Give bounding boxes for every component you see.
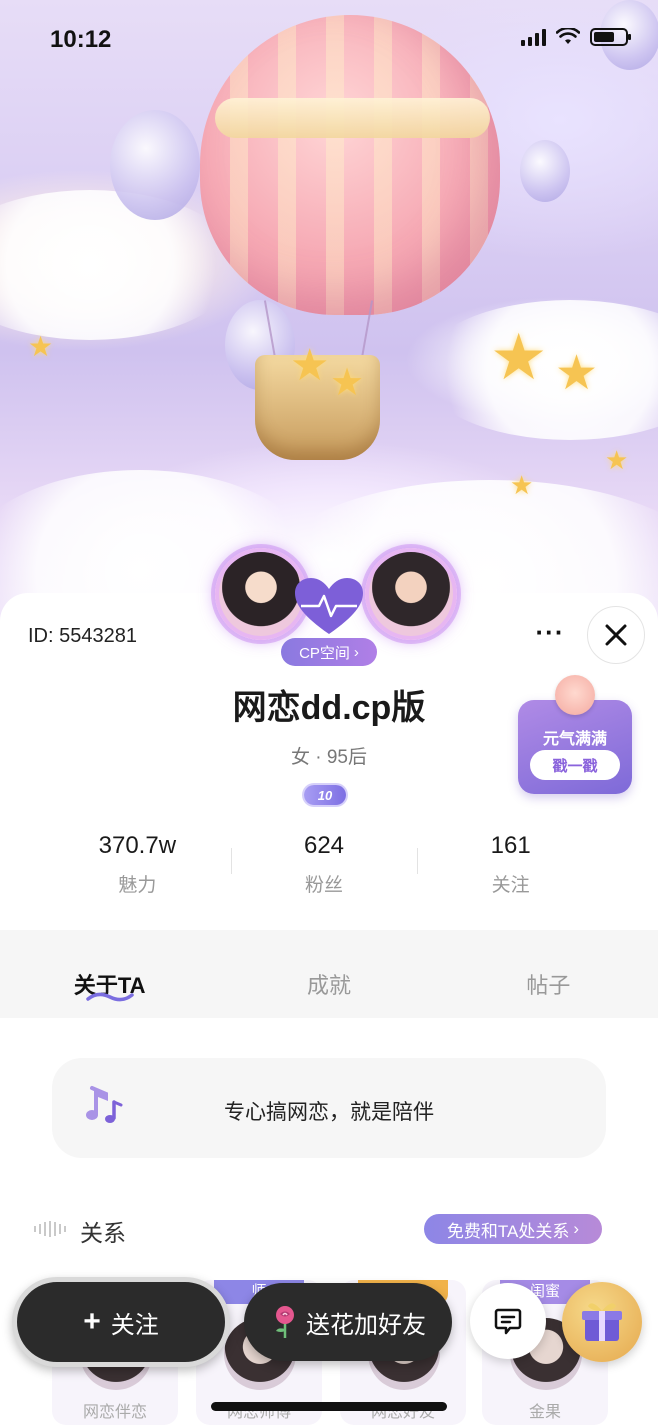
mascot-icon (555, 675, 595, 715)
stat-label: 关注 (491, 875, 530, 896)
cp-space-button[interactable]: CP空间 › (281, 638, 377, 666)
gift-button[interactable] (562, 1282, 642, 1362)
home-indicator (211, 1402, 447, 1411)
cp-avatar-right[interactable] (365, 548, 457, 640)
follow-label: 关注 (110, 1311, 159, 1339)
send-flower-label: 送花加好友 (306, 1311, 426, 1339)
signature-box[interactable]: 专心搞网恋，就是陪伴 (52, 1058, 606, 1158)
relation-name: 金果 (528, 1404, 561, 1421)
message-button[interactable] (470, 1283, 546, 1359)
follow-button[interactable]: + 关注 (12, 1277, 230, 1367)
gift-icon (582, 1303, 622, 1341)
more-button[interactable]: ··· (530, 619, 570, 650)
stat-fans[interactable]: 624 粉丝 (230, 830, 418, 900)
relations-title: 关系 (80, 1220, 126, 1246)
tab-label: 成就 (306, 973, 351, 998)
sound-bars-icon (34, 1220, 66, 1238)
free-relation-label: 免费和TA处关系 (446, 1221, 570, 1241)
cellular-signal-icon (521, 28, 546, 46)
stat-charm[interactable]: 370.7w 魅力 (44, 830, 231, 900)
close-icon (605, 624, 627, 646)
status-time: 10:12 (50, 26, 112, 53)
message-icon (494, 1308, 522, 1335)
chevron-right-icon: › (573, 1219, 580, 1238)
energy-title: 元气满满 (542, 731, 607, 748)
relations-header: 关系 免费和TA处关系 › (34, 1210, 604, 1250)
stat-value: 624 (303, 832, 345, 859)
profile-background: ★ ★ ★ ★ ★ ★ ★ (0, 0, 658, 640)
hot-air-balloon (200, 15, 500, 315)
stat-value: 161 (490, 832, 531, 859)
wifi-icon (556, 28, 580, 44)
tab-active-indicator (85, 992, 134, 1002)
poke-button[interactable]: 戳一戳 (530, 750, 620, 780)
heart-icon (295, 578, 363, 634)
battery-icon (590, 28, 631, 46)
stat-following[interactable]: 161 关注 (417, 830, 604, 900)
signature-text: 专心搞网恋，就是陪伴 (224, 1101, 434, 1124)
plus-icon: + (83, 1305, 101, 1338)
free-relation-button[interactable]: 免费和TA处关系 › (424, 1214, 602, 1244)
relation-name: 网恋伴恋 (82, 1404, 147, 1421)
stat-label: 粉丝 (305, 875, 344, 896)
status-icons (521, 28, 631, 46)
stat-value: 370.7w (98, 832, 177, 859)
user-id: ID: 5543281 (28, 625, 137, 647)
close-button[interactable] (587, 606, 645, 664)
stat-label: 魅力 (118, 875, 157, 896)
profile-tabs: 关于TA 成就 帖子 (0, 930, 658, 1018)
cp-space-label: CP空间 (299, 644, 350, 662)
tab-about[interactable]: 关于TA (0, 930, 219, 1018)
send-flower-button[interactable]: 送花加好友 (244, 1283, 452, 1361)
tab-achievements[interactable]: 成就 (219, 930, 438, 1018)
rose-icon (276, 1306, 294, 1338)
tab-label: 帖子 (526, 973, 571, 998)
level-badge[interactable]: 10 (304, 785, 346, 805)
chevron-right-icon: › (353, 643, 359, 661)
stats-row: 370.7w 魅力 624 粉丝 161 关注 (44, 830, 604, 900)
tab-posts[interactable]: 帖子 (439, 930, 658, 1018)
